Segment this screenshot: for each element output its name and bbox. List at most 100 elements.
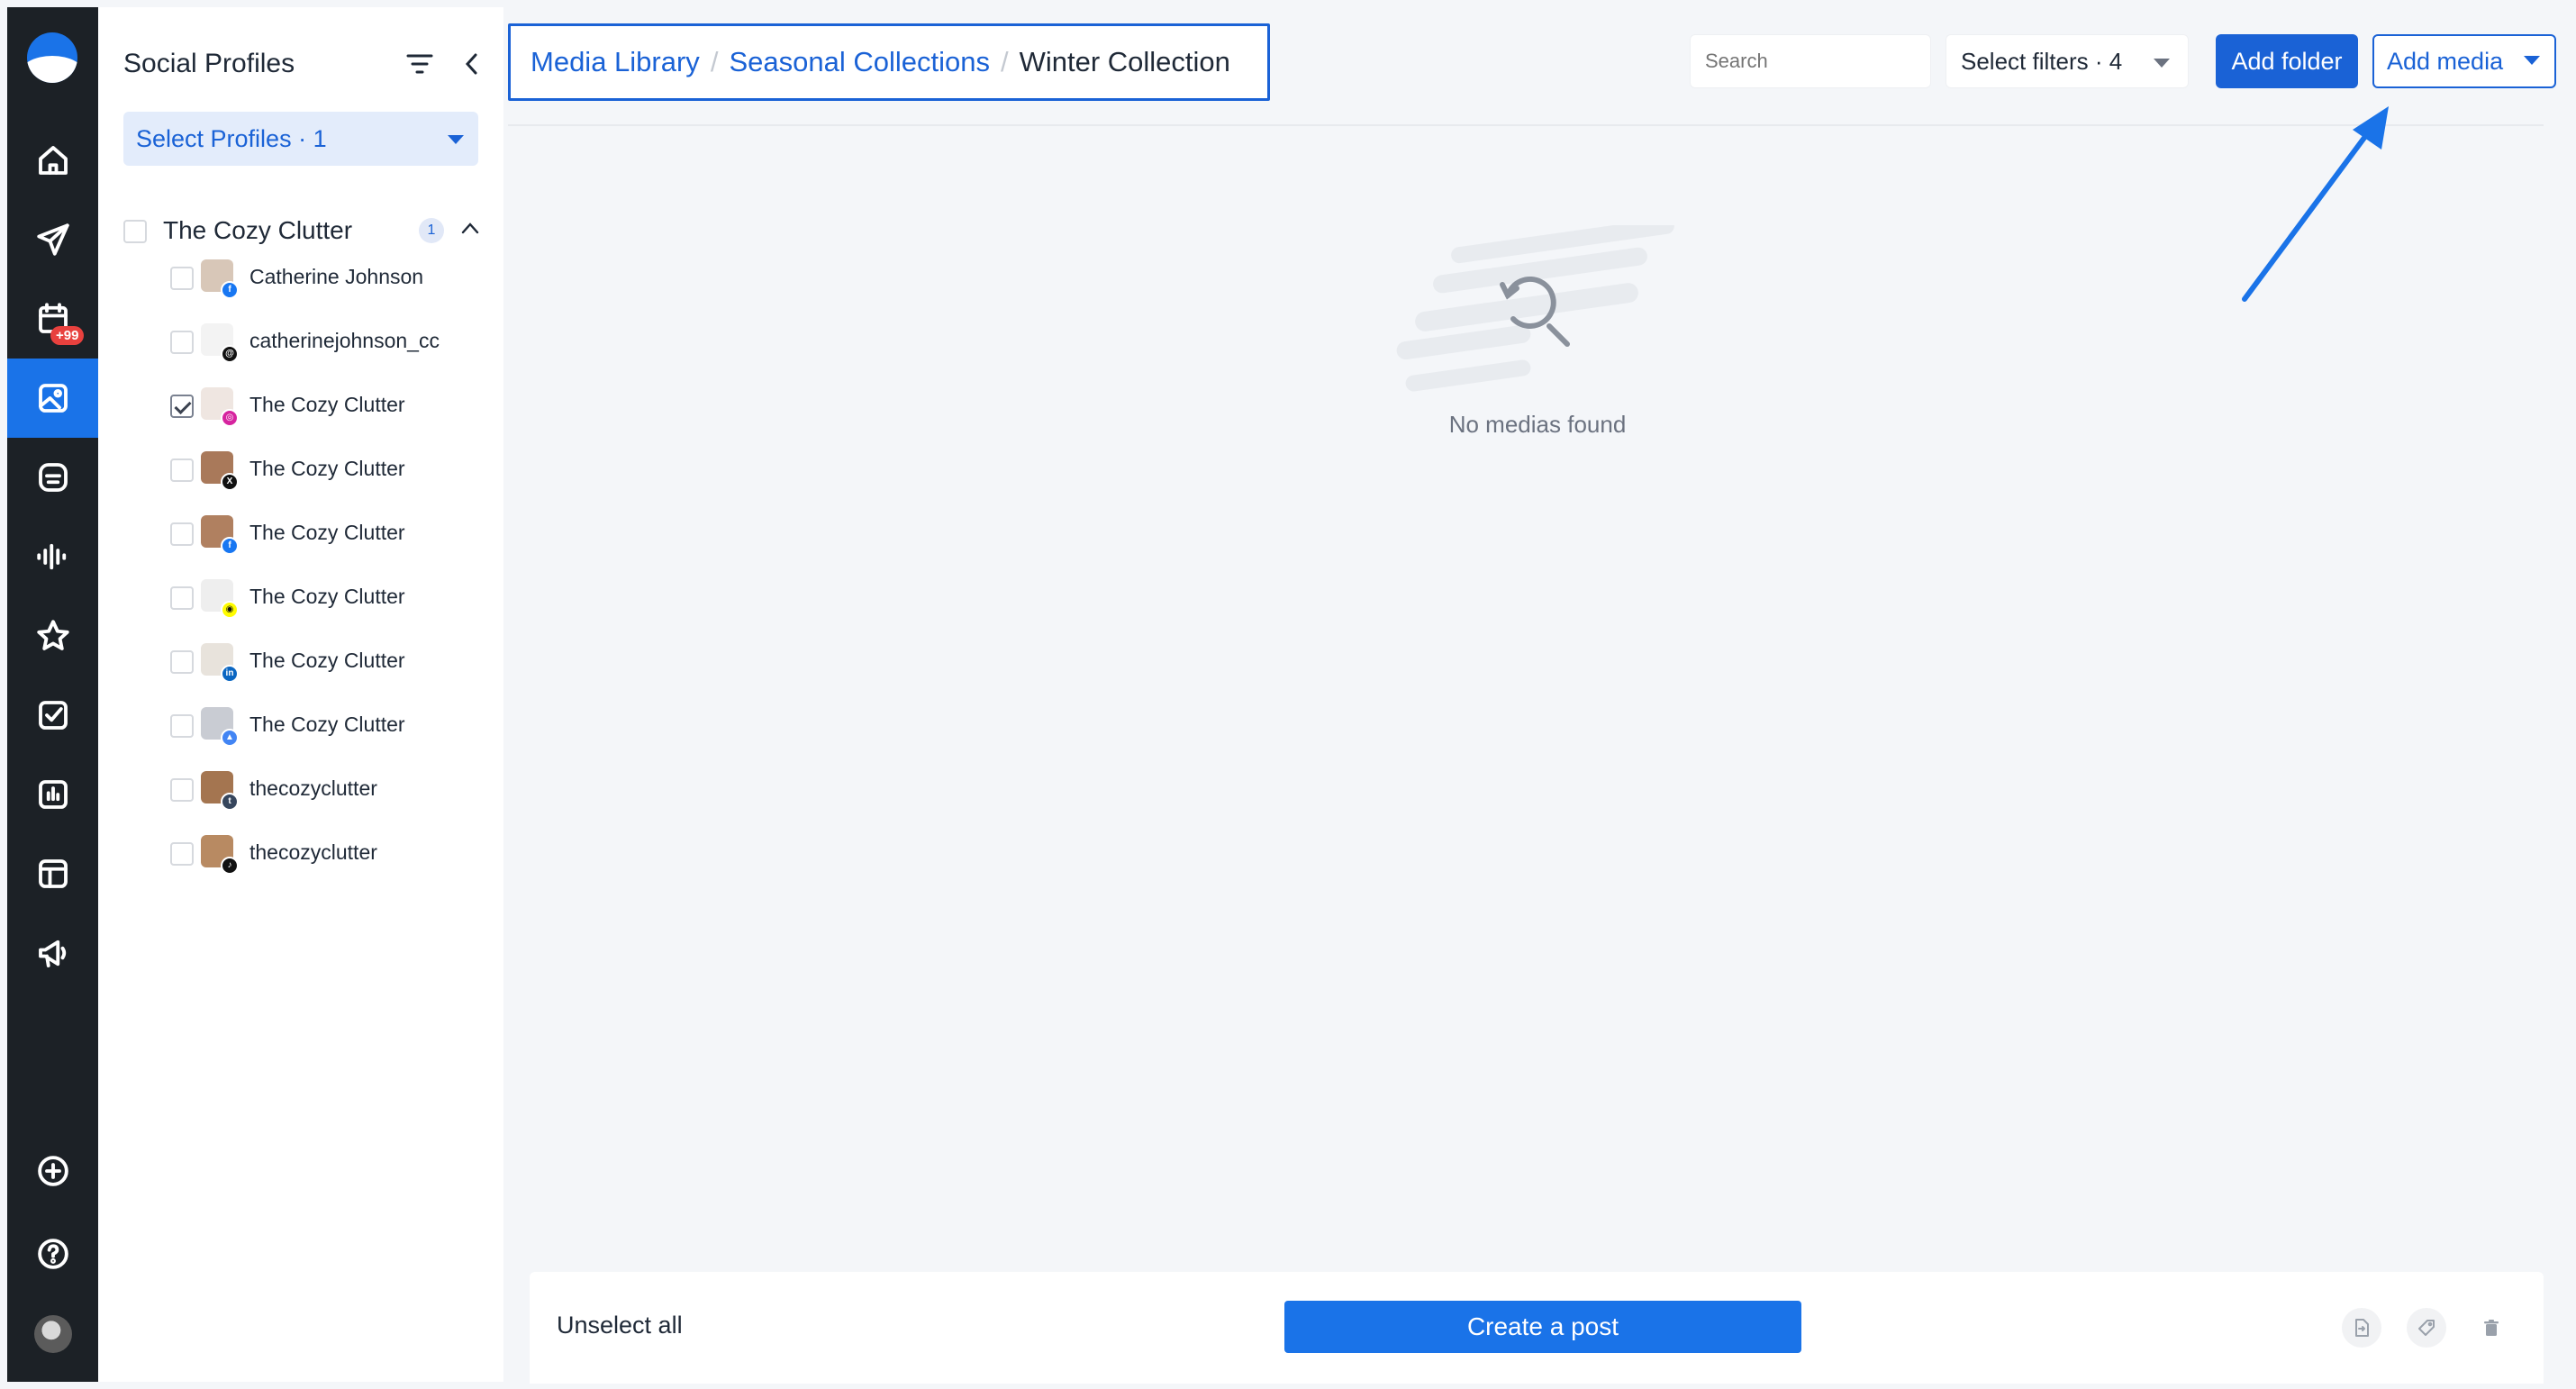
inbox-icon (38, 463, 68, 492)
nav-home[interactable] (7, 121, 98, 200)
empty-search-illustration (1396, 225, 1674, 392)
nav-tasks[interactable] (7, 676, 98, 755)
profile-checkbox[interactable] (170, 842, 194, 866)
breadcrumb-separator: / (1000, 46, 1009, 77)
tumblr-icon: t (221, 793, 239, 811)
add-folder-button[interactable]: Add folder (2216, 34, 2358, 88)
search-input[interactable] (1690, 34, 1931, 88)
nav-layout[interactable] (7, 834, 98, 913)
move-to-folder-button[interactable] (2342, 1308, 2381, 1348)
tag-icon (2418, 1320, 2435, 1336)
x-icon: X (221, 473, 239, 491)
megaphone-icon (38, 940, 66, 967)
tag-button[interactable] (2407, 1308, 2446, 1348)
breadcrumb-separator: / (710, 46, 719, 77)
create-post-button[interactable]: Create a post (1284, 1301, 1801, 1353)
profile-name: The Cozy Clutter (249, 649, 405, 672)
profile-name: The Cozy Clutter (249, 457, 405, 480)
profile-checkbox[interactable] (170, 458, 194, 482)
nav-publish[interactable] (7, 200, 98, 279)
profile-item[interactable]: ◉ The Cozy Clutter (161, 576, 485, 622)
empty-state-message: No medias found (1448, 411, 1627, 438)
tiktok-icon: ♪ (221, 857, 239, 875)
calendar-badge: +99 (50, 326, 85, 345)
profile-item[interactable]: ♪ thecozyclutter (161, 831, 485, 878)
profile-group-header[interactable]: The Cozy Clutter 1 (123, 213, 484, 249)
profile-name: catherinejohnson_cc (249, 329, 440, 352)
breadcrumb-media-library[interactable]: Media Library (531, 46, 700, 78)
send-icon (36, 223, 69, 256)
delete-button[interactable] (2472, 1308, 2511, 1348)
panel-title: Social Profiles (123, 49, 295, 78)
select-profiles-dropdown[interactable]: Select Profiles · 1 (123, 112, 478, 166)
nav-media-library[interactable] (7, 359, 98, 438)
profile-item[interactable]: in The Cozy Clutter (161, 640, 485, 686)
facebook-icon: f (221, 537, 239, 555)
selection-action-bar: Unselect all Create a post (530, 1272, 2544, 1384)
caret-down-icon (448, 135, 464, 144)
profile-name: The Cozy Clutter (249, 521, 405, 544)
chevron-left-icon[interactable] (458, 49, 485, 79)
profile-item[interactable]: ▲ The Cozy Clutter (161, 704, 485, 750)
profile-item[interactable]: f The Cozy Clutter (161, 512, 485, 558)
nav-calendar[interactable]: +99 (7, 279, 98, 359)
add-icon (37, 1156, 68, 1186)
user-avatar[interactable] (34, 1315, 72, 1353)
annotation-arrow (2242, 106, 2389, 302)
nav-ads[interactable] (7, 913, 98, 993)
select-profiles-label: Select Profiles · 1 (136, 125, 327, 152)
select-filters-dropdown[interactable]: Select filters · 4 (1946, 34, 2189, 88)
filter-icon[interactable] (404, 50, 435, 77)
app-logo[interactable] (27, 32, 77, 83)
facebook-icon: f (221, 281, 239, 299)
analytics-icon (38, 780, 68, 809)
chevron-up-icon[interactable] (460, 222, 480, 234)
nav-add[interactable] (7, 1131, 98, 1211)
profile-item[interactable]: ◎ The Cozy Clutter (161, 384, 485, 431)
google-business-icon: ▲ (221, 729, 239, 747)
trash-icon (2484, 1320, 2499, 1336)
caret-down-icon (2524, 56, 2540, 65)
star-icon (36, 620, 69, 650)
profile-checkbox[interactable] (170, 395, 194, 418)
breadcrumb: Media Library / Seasonal Collections / W… (508, 23, 1270, 101)
linkedin-icon: in (221, 665, 239, 683)
add-media-button[interactable]: Add media (2372, 34, 2556, 88)
profile-name: thecozyclutter (249, 776, 377, 800)
caret-down-icon (2154, 59, 2170, 68)
profile-checkbox[interactable] (170, 778, 194, 802)
nav-analytics[interactable] (7, 755, 98, 834)
select-filters-label: Select filters · 4 (1961, 48, 2123, 75)
audio-icon (36, 543, 66, 570)
nav-inbox[interactable] (7, 438, 98, 517)
add-media-label: Add media (2387, 48, 2504, 75)
nav-reviews[interactable] (7, 596, 98, 676)
profile-checkbox[interactable] (170, 586, 194, 610)
breadcrumb-current: Winter Collection (1019, 46, 1230, 77)
help-icon (37, 1239, 68, 1269)
profile-checkbox[interactable] (170, 714, 194, 738)
group-name: The Cozy Clutter (163, 216, 353, 244)
social-profiles-panel: Social Profiles Select Profiles · 1 The … (98, 7, 503, 1382)
profile-item[interactable]: X The Cozy Clutter (161, 448, 485, 495)
file-move-icon (2355, 1319, 2369, 1337)
breadcrumb-seasonal-collections[interactable]: Seasonal Collections (729, 46, 990, 78)
unselect-all-button[interactable]: Unselect all (557, 1312, 683, 1339)
profile-checkbox[interactable] (170, 331, 194, 354)
profile-item[interactable]: f Catherine Johnson (161, 256, 485, 303)
profile-checkbox[interactable] (170, 267, 194, 290)
nav-listening[interactable] (7, 517, 98, 596)
profile-name: The Cozy Clutter (249, 585, 405, 608)
tasks-icon (38, 701, 68, 730)
nav-help[interactable] (7, 1214, 98, 1294)
profile-checkbox[interactable] (170, 522, 194, 546)
profile-item[interactable]: t thecozyclutter (161, 767, 485, 814)
layout-icon (38, 859, 68, 888)
group-checkbox[interactable] (123, 220, 147, 243)
profile-name: The Cozy Clutter (249, 393, 405, 416)
home-icon (38, 146, 68, 175)
profile-item[interactable]: @ catherinejohnson_cc (161, 320, 485, 367)
snapchat-icon: ◉ (221, 601, 239, 619)
profile-name: Catherine Johnson (249, 265, 424, 288)
profile-checkbox[interactable] (170, 650, 194, 674)
